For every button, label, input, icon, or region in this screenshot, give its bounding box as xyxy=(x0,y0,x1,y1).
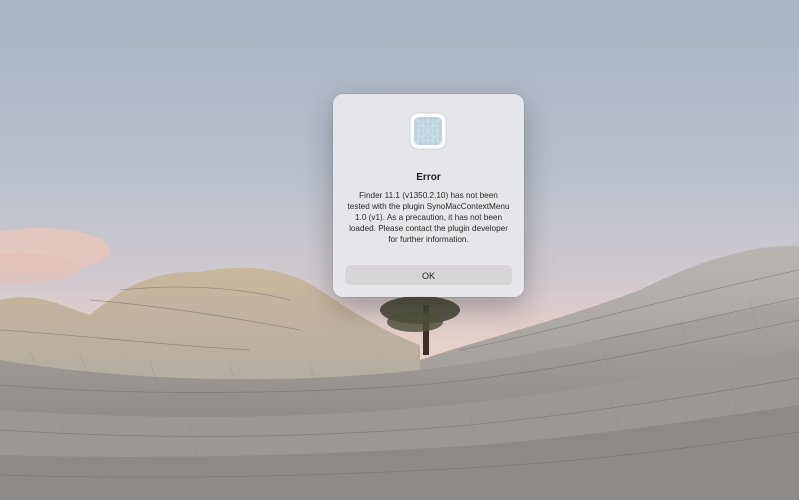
alert-title: Error xyxy=(416,172,441,183)
ok-button[interactable]: OK xyxy=(345,265,512,285)
alert-message: Finder 11.1 (v1350.2.10) has not been te… xyxy=(347,191,510,244)
error-alert-dialog: Error Finder 11.1 (v1350.2.10) has not b… xyxy=(333,94,524,297)
plugin-placeholder-icon xyxy=(409,112,447,150)
